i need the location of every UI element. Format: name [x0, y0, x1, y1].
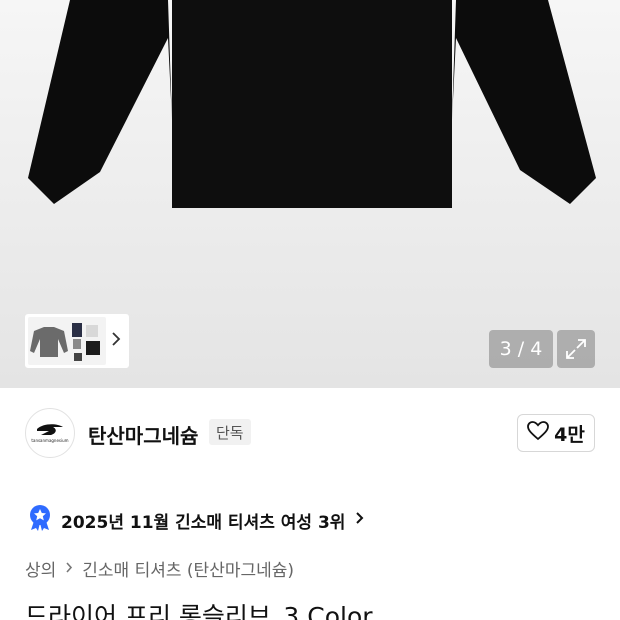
rank-medal-icon [28, 505, 52, 535]
brand-row: tansanmagnesium 탄산마그네슘 단독 4만 [0, 406, 620, 462]
breadcrumb-item-subcategory[interactable]: 긴소매 티셔츠 (탄산마그네슘) [82, 556, 294, 581]
brand-logo-text: tansanmagnesium [31, 438, 69, 443]
chevron-right-icon [65, 560, 73, 578]
ranking-link[interactable]: 2025년 11월 긴소매 티셔츠 여성 3위 [28, 505, 364, 535]
breadcrumb-item-category[interactable]: 상의 [25, 556, 56, 581]
exclusive-badge: 단독 [209, 419, 251, 445]
brand-logo[interactable]: tansanmagnesium [25, 408, 75, 458]
like-button[interactable]: 4만 [517, 414, 595, 452]
brand-name[interactable]: 탄산마그네슘 [88, 420, 198, 449]
product-thumbnail[interactable] [28, 317, 106, 365]
heart-icon [527, 420, 550, 446]
image-counter: 3 / 4 [489, 330, 553, 368]
breadcrumb: 상의 긴소매 티셔츠 (탄산마그네슘) [25, 556, 294, 581]
like-count: 4만 [554, 423, 585, 446]
thumbnail-strip[interactable] [25, 314, 129, 368]
ranking-text: 2025년 11월 긴소매 티셔츠 여성 3위 [61, 512, 346, 533]
chevron-right-icon [355, 510, 364, 530]
product-image-gallery[interactable]: 3 / 4 [0, 0, 620, 388]
product-title: 드라이어 프리 롱슬리브_3 Color [25, 602, 373, 620]
chevron-right-icon[interactable] [106, 331, 126, 352]
expand-icon[interactable] [557, 330, 595, 368]
